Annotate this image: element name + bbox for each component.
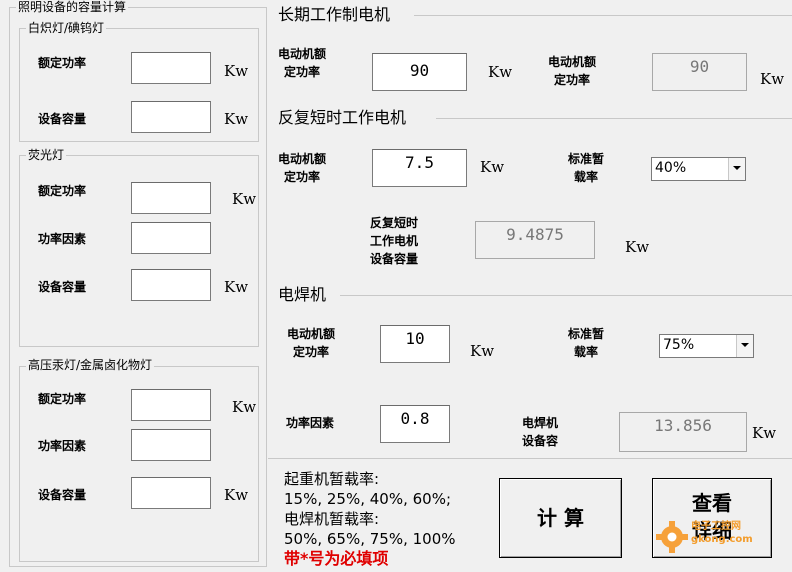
duty-notes: 起重机暂载率: 15%, 25%, 40%, 60%; 电焊机暂载率: 50%,… [284, 469, 456, 569]
long-term-motor-capacity-unit: Kw [760, 70, 785, 88]
hid-title: 高压汞灯/金属卤化物灯 [26, 358, 155, 372]
required-note: 带*号为必填项 [284, 549, 389, 568]
welder-capacity-output: 13.856 [619, 412, 747, 452]
short-term-duty-value: 40% [655, 160, 687, 176]
fluorescent-power-factor-input[interactable] [131, 222, 211, 254]
short-term-rated-power-unit: Kw [480, 158, 505, 176]
fluorescent-rated-power-input[interactable] [131, 182, 211, 214]
fluorescent-title: 荧光灯 [26, 148, 67, 162]
fluorescent-capacity-input[interactable] [131, 269, 211, 301]
incandescent-rated-power-label: 额定功率 [38, 56, 87, 70]
calculate-button[interactable]: 计 算 [499, 478, 622, 558]
incandescent-capacity-label: 设备容量 [38, 112, 87, 126]
incandescent-capacity-input[interactable] [131, 101, 211, 133]
short-term-rated-power-input[interactable]: 7.5 [372, 149, 467, 187]
bottom-divider [268, 458, 792, 459]
gear-icon [656, 521, 688, 553]
fluorescent-rated-power-label: 额定功率 [38, 184, 87, 198]
welder-power-factor-input[interactable]: 0.8 [380, 405, 450, 443]
incandescent-rated-power-unit: Kw [224, 62, 249, 80]
incandescent-capacity-unit: Kw [224, 110, 249, 128]
welder-divider [340, 295, 792, 296]
short-term-capacity-unit: Kw [625, 238, 650, 256]
watermark-text: 电子工控网 gkong.com [691, 521, 753, 545]
watermark-logo: 电子工控网 gkong.com [655, 518, 785, 558]
long-term-motor-capacity-label: 电动机额 定功率 [548, 55, 597, 87]
hid-power-factor-input[interactable] [131, 429, 211, 461]
lighting-title: 照明设备的容量计算 [16, 0, 129, 14]
short-term-rated-power-label: 电动机额 定功率 [278, 152, 327, 184]
short-term-capacity-output: 9.4875 [475, 221, 595, 259]
hid-rated-power-label: 额定功率 [38, 392, 87, 406]
fluorescent-rated-power-unit: Kw [232, 190, 257, 208]
welder-capacity-unit: Kw [752, 424, 777, 442]
short-term-title: 反复短时工作电机 [276, 108, 409, 127]
hid-rated-power-input[interactable] [131, 389, 211, 421]
incandescent-title: 白炽灯/碘钨灯 [26, 21, 107, 35]
welder-duty-label: 标准暂 载率 [568, 327, 605, 359]
crane-duty-heading: 起重机暂载率: [284, 470, 380, 488]
welder-rated-power-unit: Kw [470, 342, 495, 360]
short-term-capacity-label: 反复短时 工作电机 设备容量 [370, 216, 419, 266]
short-term-divider [436, 118, 792, 119]
fluorescent-power-factor-label: 功率因素 [38, 232, 87, 246]
short-term-duty-select[interactable]: 40% [651, 157, 746, 181]
welder-rated-power-label: 电动机额 定功率 [287, 327, 336, 359]
chevron-down-icon[interactable] [736, 335, 753, 357]
long-term-rated-power-label: 电动机额 定功率 [278, 47, 327, 79]
welder-duty-select[interactable]: 75% [659, 334, 754, 358]
short-term-duty-label: 标准暂 载率 [568, 152, 605, 184]
welder-duty-heading: 电焊机暂载率: [284, 510, 380, 528]
crane-duty-values: 15%, 25%, 40%, 60%; [284, 490, 452, 508]
fluorescent-capacity-label: 设备容量 [38, 280, 87, 294]
welder-duty-values: 50%, 65%, 75%, 100% [284, 530, 456, 548]
chevron-down-icon[interactable] [728, 158, 745, 180]
hid-power-factor-label: 功率因素 [38, 439, 87, 453]
long-term-rated-power-input[interactable]: 90 [372, 53, 467, 91]
hid-capacity-unit: Kw [224, 486, 249, 504]
incandescent-rated-power-input[interactable] [131, 52, 211, 84]
hid-rated-power-unit: Kw [232, 398, 257, 416]
fluorescent-capacity-unit: Kw [224, 278, 249, 296]
hid-capacity-label: 设备容量 [38, 488, 87, 502]
long-term-divider [414, 15, 792, 16]
long-term-title: 长期工作制电机 [276, 5, 393, 24]
welder-rated-power-input[interactable]: 10 [380, 325, 450, 363]
welder-title: 电焊机 [276, 285, 329, 304]
welder-duty-value: 75% [663, 337, 695, 353]
long-term-rated-power-unit: Kw [488, 63, 513, 81]
hid-capacity-input[interactable] [131, 477, 211, 509]
long-term-motor-capacity-output: 90 [652, 53, 747, 91]
welder-power-factor-label: 功率因素 [286, 416, 335, 430]
welder-capacity-label: 电焊机 设备容 [522, 416, 559, 448]
